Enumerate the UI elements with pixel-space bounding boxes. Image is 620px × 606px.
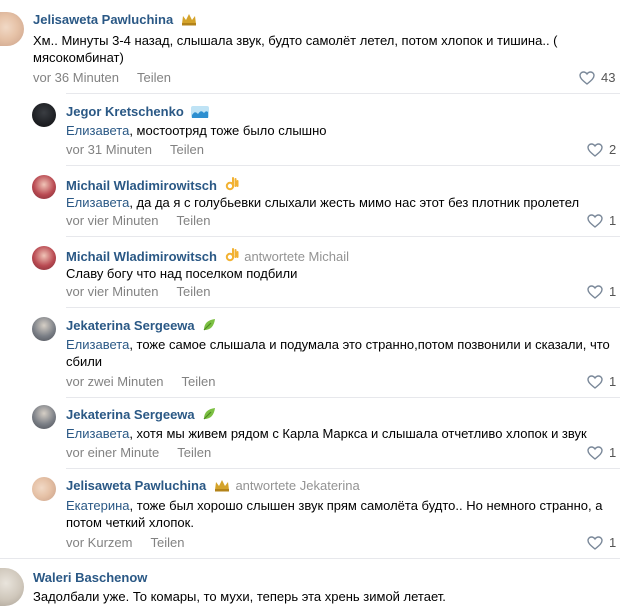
like-button[interactable]: 43 xyxy=(579,70,615,86)
avatar[interactable] xyxy=(0,12,24,46)
comment-meta: vor vier Minuten Teilen xyxy=(66,284,210,300)
comment-author[interactable]: Michail Wladimirowitsch antwortete Micha… xyxy=(66,247,349,267)
leaf-icon xyxy=(202,407,216,425)
share-button[interactable]: Teilen xyxy=(182,374,216,389)
comment-time[interactable]: vor 36 Minuten xyxy=(33,70,119,85)
like-button[interactable]: 1 xyxy=(587,445,616,461)
comment-time[interactable]: vor 31 Minuten xyxy=(66,142,152,157)
share-button[interactable]: Teilen xyxy=(177,445,211,460)
avatar[interactable] xyxy=(32,405,56,429)
ok-hand-icon xyxy=(225,176,239,196)
comment-author[interactable]: Jelisaweta Pawluchina xyxy=(33,12,197,30)
comment-meta: vor zwei Minuten Teilen xyxy=(66,374,216,390)
comment-author[interactable]: Waleri Baschenow xyxy=(33,570,147,586)
leaf-icon xyxy=(202,318,216,336)
like-count: 43 xyxy=(601,70,616,85)
heart-icon xyxy=(587,536,603,550)
avatar[interactable] xyxy=(32,477,56,501)
like-button[interactable]: 2 xyxy=(587,142,616,158)
like-count: 1 xyxy=(609,284,617,299)
avatar[interactable] xyxy=(0,568,24,606)
like-count: 1 xyxy=(609,374,617,389)
avatar[interactable] xyxy=(32,103,56,127)
crown-icon xyxy=(214,479,230,496)
mention-link[interactable]: Елизавета xyxy=(66,426,129,441)
mention-link[interactable]: Екатерина xyxy=(66,498,130,513)
divider xyxy=(0,558,620,559)
comment-text: Славу богу что над поселком подбили xyxy=(66,266,298,281)
avatar[interactable] xyxy=(32,175,56,199)
divider xyxy=(66,165,620,166)
mention-link[interactable]: Елизавета xyxy=(66,337,129,352)
comment-author[interactable]: Jegor Kretschenko xyxy=(66,104,210,122)
divider xyxy=(66,236,620,237)
comment-text: Елизавета, мостоотряд тоже было слышно xyxy=(66,123,327,138)
divider xyxy=(66,307,620,308)
share-button[interactable]: Teilen xyxy=(150,535,184,550)
share-button[interactable]: Teilen xyxy=(176,284,210,299)
comment-time[interactable]: vor einer Minute xyxy=(66,445,159,460)
divider xyxy=(66,397,620,398)
comment-meta: vor 36 Minuten Teilen xyxy=(33,70,171,86)
comment-text: Елизавета, да да я с голубьевки слыхали … xyxy=(66,195,580,210)
heart-icon xyxy=(587,375,603,389)
like-button[interactable]: 1 xyxy=(587,535,616,551)
like-count: 1 xyxy=(609,213,617,228)
wave-icon xyxy=(191,106,210,122)
comment-author[interactable]: Jekaterina Sergeewa xyxy=(66,318,216,336)
heart-icon xyxy=(587,446,603,460)
like-button[interactable]: 1 xyxy=(587,284,616,300)
like-button[interactable]: 1 xyxy=(587,374,616,390)
share-button[interactable]: Teilen xyxy=(137,70,171,85)
comment-time[interactable]: vor vier Minuten xyxy=(66,284,158,299)
share-button[interactable]: Teilen xyxy=(176,213,210,228)
heart-icon xyxy=(587,214,603,228)
divider xyxy=(66,93,620,94)
share-button[interactable]: Teilen xyxy=(170,142,204,157)
comment-author[interactable]: Jekaterina Sergeewa xyxy=(66,407,216,425)
crown-icon xyxy=(181,13,197,30)
mention-link[interactable]: Елизавета xyxy=(66,123,129,138)
mention-link[interactable]: Елизавета xyxy=(66,195,129,210)
like-count: 1 xyxy=(609,535,617,550)
heart-icon xyxy=(587,143,603,157)
comment-text: Хм.. Минуты 3-4 назад, слышала звук, буд… xyxy=(33,33,558,65)
heart-icon xyxy=(579,71,595,85)
comment-text: Задолбали уже. То комары, то мухи, тепер… xyxy=(33,589,446,604)
comment-text: Елизавета, тоже самое слышала и подумала… xyxy=(66,337,610,369)
comment-meta: vor Kurzem Teilen xyxy=(66,535,184,551)
ok-hand-icon xyxy=(225,247,239,267)
comment-meta: vor vier Minuten Teilen xyxy=(66,213,210,229)
like-count: 1 xyxy=(609,445,617,460)
divider xyxy=(66,468,620,469)
reply-note[interactable]: antwortete Jekaterina xyxy=(235,478,359,493)
like-button[interactable]: 1 xyxy=(587,213,616,229)
comment-time[interactable]: vor zwei Minuten xyxy=(66,374,164,389)
heart-icon xyxy=(587,285,603,299)
comment-time[interactable]: vor Kurzem xyxy=(66,535,132,550)
comment-author[interactable]: Michail Wladimirowitsch xyxy=(66,176,239,196)
comment-author[interactable]: Jelisaweta Pawluchina antwortete Jekater… xyxy=(66,478,360,496)
comment-text: Екатерина, тоже был хорошо слышен звук п… xyxy=(66,498,603,530)
comment-meta: vor einer Minute Teilen xyxy=(66,445,211,461)
reply-note[interactable]: antwortete Michail xyxy=(244,249,349,264)
comment-meta: vor 31 Minuten Teilen xyxy=(66,142,204,158)
avatar[interactable] xyxy=(32,246,56,270)
avatar[interactable] xyxy=(32,317,56,341)
comment-text: Елизавета, хотя мы живем рядом с Карла М… xyxy=(66,426,587,441)
like-count: 2 xyxy=(609,142,617,157)
comment-time[interactable]: vor vier Minuten xyxy=(66,213,158,228)
